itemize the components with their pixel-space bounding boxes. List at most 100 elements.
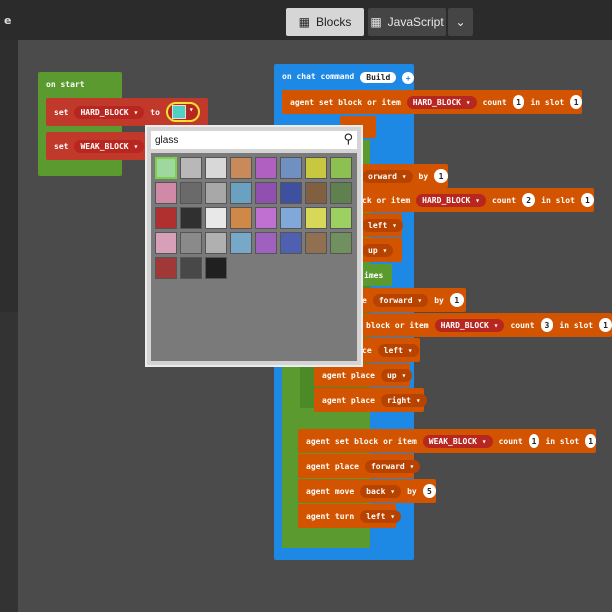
- set-keyword: set: [54, 107, 69, 117]
- direction-dropdown-left-1[interactable]: left ▾: [362, 218, 403, 232]
- glass-block-option[interactable]: [280, 207, 302, 229]
- glass-block-option[interactable]: [305, 207, 327, 229]
- glass-block-option[interactable]: [305, 182, 327, 204]
- slot-field-3[interactable]: 1: [599, 318, 612, 332]
- direction-dropdown-turn[interactable]: left ▾: [360, 509, 402, 523]
- glass-block-option[interactable]: [255, 207, 277, 229]
- direction-dropdown-back[interactable]: back ▾: [360, 484, 402, 498]
- glass-block-option[interactable]: [330, 207, 352, 229]
- glass-block-option[interactable]: [155, 232, 177, 254]
- agent-set-block-hard-3[interactable]: block or item HARD_BLOCK ▾ count 3 in sl…: [362, 313, 612, 337]
- agent-move-forward-1[interactable]: orward ▾ by 1: [362, 164, 448, 188]
- block-search-input[interactable]: glass ⚲: [151, 131, 357, 149]
- plus-icon[interactable]: +: [402, 72, 414, 84]
- agent-place-forward[interactable]: agent place forward ▾: [298, 454, 421, 478]
- glass-block-option[interactable]: [180, 257, 202, 279]
- to-keyword: to: [150, 107, 160, 117]
- glass-block-option[interactable]: [205, 257, 227, 279]
- item-dropdown-weak[interactable]: WEAK_BLOCK ▾: [422, 434, 493, 448]
- glass-block-option[interactable]: [280, 232, 302, 254]
- glass-block-option[interactable]: [305, 157, 327, 179]
- block-grid: [151, 153, 357, 361]
- glass-block-option[interactable]: [330, 182, 352, 204]
- glass-block-option[interactable]: [330, 232, 352, 254]
- command-name-field[interactable]: Build: [360, 72, 397, 83]
- agent-move-back[interactable]: agent move back ▾ by 5: [298, 479, 436, 503]
- glass-block-option[interactable]: [155, 182, 177, 204]
- tab-blocks[interactable]: ▦ Blocks: [286, 8, 364, 36]
- count-field-2[interactable]: 2: [522, 193, 536, 207]
- direction-dropdown-left-2[interactable]: left ▾: [377, 343, 419, 357]
- block-icon: ▦: [298, 15, 310, 29]
- glass-block-option[interactable]: [205, 207, 227, 229]
- chevron-down-icon: ⌄: [455, 15, 466, 29]
- chat-command-label: on chat command: [282, 72, 355, 81]
- glass-block-option[interactable]: [180, 232, 202, 254]
- agent-place-left-2[interactable]: ce left ▾: [362, 338, 420, 362]
- agent-set-block-hard-2[interactable]: ck or item HARD_BLOCK ▾ count 2 in slot …: [362, 188, 594, 212]
- block-search-value: glass: [155, 134, 179, 146]
- count-field-weak[interactable]: 1: [528, 434, 540, 448]
- glass-block-icon: [171, 105, 186, 119]
- glass-block-option[interactable]: [230, 182, 252, 204]
- glass-block-option[interactable]: [230, 232, 252, 254]
- block-value-selector[interactable]: ▾: [165, 102, 200, 122]
- set-weak-block[interactable]: set WEAK_BLOCK ▾ t: [46, 132, 155, 160]
- item-dropdown-2[interactable]: HARD_BLOCK ▾: [416, 193, 486, 207]
- glass-block-option[interactable]: [255, 232, 277, 254]
- glass-block-option[interactable]: [155, 157, 177, 179]
- direction-dropdown-forward-1[interactable]: orward ▾: [362, 169, 413, 183]
- glass-block-option[interactable]: [155, 207, 177, 229]
- glass-block-option[interactable]: [180, 157, 202, 179]
- count-field-1[interactable]: 1: [512, 95, 525, 109]
- agent-move-forward-2[interactable]: e forward ▾ by 1: [362, 288, 466, 312]
- on-start-label: on start: [46, 80, 85, 89]
- glass-block-option[interactable]: [205, 182, 227, 204]
- item-dropdown-1[interactable]: HARD_BLOCK ▾: [406, 95, 477, 109]
- block-picker-popup[interactable]: glass ⚲: [145, 125, 363, 367]
- glass-block-option[interactable]: [280, 182, 302, 204]
- by-field-2[interactable]: 1: [449, 293, 464, 307]
- agent-set-block-weak[interactable]: agent set block or item WEAK_BLOCK ▾ cou…: [298, 429, 596, 453]
- glass-block-option[interactable]: [205, 232, 227, 254]
- direction-dropdown-up-1[interactable]: up ▾: [362, 243, 394, 257]
- slot-field-1[interactable]: 1: [570, 95, 582, 109]
- tab-blocks-label: Blocks: [316, 15, 352, 29]
- direction-dropdown-up-2[interactable]: up ▾: [380, 368, 413, 382]
- direction-dropdown-forward-3[interactable]: forward ▾: [364, 459, 421, 473]
- by-field-1[interactable]: 1: [434, 169, 448, 183]
- direction-dropdown-forward-2[interactable]: forward ▾: [372, 293, 429, 307]
- glass-block-option[interactable]: [255, 157, 277, 179]
- variable-dropdown-weak[interactable]: WEAK_BLOCK ▾: [74, 139, 145, 153]
- slot-field-2[interactable]: 1: [580, 193, 594, 207]
- agent-place-up-1[interactable]: up ▾: [362, 238, 402, 262]
- glass-block-option[interactable]: [330, 157, 352, 179]
- js-icon: ▦: [370, 15, 382, 29]
- agent-place-right[interactable]: agent place right ▾: [314, 388, 427, 412]
- glass-block-option[interactable]: [205, 157, 227, 179]
- slot-field-weak[interactable]: 1: [585, 434, 596, 448]
- glass-block-option[interactable]: [230, 207, 252, 229]
- repeat-times-block[interactable]: imes: [362, 264, 392, 286]
- direction-dropdown-right[interactable]: right ▾: [380, 393, 427, 407]
- by-field-back[interactable]: 5: [422, 484, 436, 498]
- search-icon: ⚲: [343, 132, 353, 147]
- glass-block-option[interactable]: [255, 182, 277, 204]
- top-toolbar: e ▦ Blocks ▦ JavaScript ⌄: [0, 0, 612, 40]
- variable-dropdown-hard[interactable]: HARD_BLOCK ▾: [74, 105, 145, 119]
- editor-menu-button[interactable]: ⌄: [448, 8, 473, 36]
- tab-javascript[interactable]: ▦ JavaScript: [368, 8, 446, 36]
- agent-turn-left[interactable]: agent turn left ▾: [298, 504, 402, 528]
- glass-block-option[interactable]: [305, 232, 327, 254]
- glass-block-option[interactable]: [155, 257, 177, 279]
- window-title-fragment: e: [4, 14, 12, 27]
- agent-set-block-hard-1[interactable]: agent set block or item HARD_BLOCK ▾ cou…: [282, 90, 582, 114]
- glass-block-option[interactable]: [280, 157, 302, 179]
- set-hard-block[interactable]: set HARD_BLOCK ▾ to ▾: [46, 98, 208, 126]
- glass-block-option[interactable]: [180, 182, 202, 204]
- glass-block-option[interactable]: [230, 157, 252, 179]
- agent-place-left-1[interactable]: left ▾: [362, 213, 403, 237]
- glass-block-option[interactable]: [180, 207, 202, 229]
- item-dropdown-3[interactable]: HARD_BLOCK ▾: [434, 318, 505, 332]
- count-field-3[interactable]: 3: [540, 318, 554, 332]
